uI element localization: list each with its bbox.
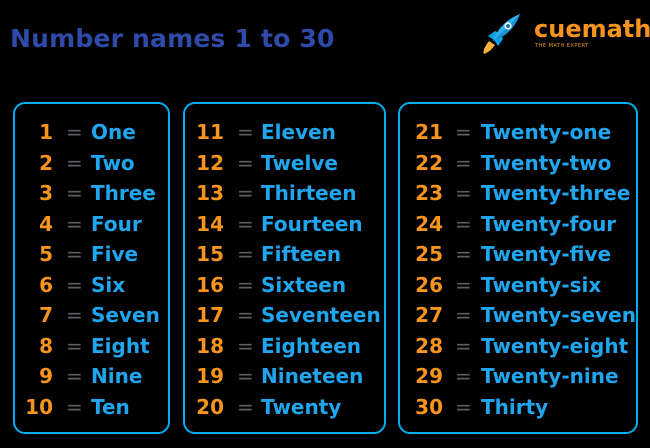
number-value: 22 (415, 150, 443, 175)
equals-sign: = (455, 272, 472, 297)
number-name: Thirty (481, 394, 549, 419)
number-name-row: 24 = Twenty-four (0, 209, 650, 239)
number-value: 28 (415, 333, 443, 358)
number-value: 29 (415, 364, 443, 388)
equals-sign: = (455, 333, 472, 358)
logo-tagline: THE MATH EXPERT (535, 43, 589, 49)
equals-sign: = (455, 303, 472, 327)
number-name-row: 26 = Twenty-six (0, 270, 650, 300)
number-name: Twenty-four (481, 211, 617, 236)
number-name: Twenty-nine (481, 364, 619, 388)
number-value: 26 (415, 272, 443, 297)
number-name-row: 29 = Twenty-nine (0, 361, 650, 391)
number-value: 27 (415, 303, 443, 327)
equals-sign: = (455, 211, 472, 236)
equals-sign: = (455, 150, 472, 175)
equals-sign: = (455, 120, 472, 144)
number-name: Twenty-eight (481, 333, 629, 358)
cuemath-logo: cuemath THE MATH EXPERT (478, 10, 650, 56)
number-value: 23 (415, 181, 443, 205)
logo-wordmark: cuemath (534, 15, 650, 43)
number-name-row: 23 = Twenty-three (0, 178, 650, 208)
number-name-row: 28 = Twenty-eight (0, 331, 650, 361)
number-name: Twenty-three (481, 181, 631, 205)
number-value: 24 (415, 211, 443, 236)
number-name-row: 22 = Twenty-two (0, 148, 650, 178)
equals-sign: = (455, 181, 472, 205)
number-name-row: 30 = Thirty (0, 392, 650, 422)
number-name-row: 27 = Twenty-seven (0, 300, 650, 330)
equals-sign: = (455, 364, 472, 388)
equals-sign: = (455, 394, 472, 419)
number-value: 21 (415, 120, 443, 144)
number-name-row: 25 = Twenty-five (0, 239, 650, 269)
number-name: Twenty-two (481, 150, 612, 175)
number-name: Twenty-seven (481, 303, 636, 327)
rocket-icon (483, 14, 520, 54)
number-name: Twenty-five (481, 242, 612, 266)
number-name: Twenty-six (481, 272, 602, 297)
number-value: 30 (415, 394, 443, 419)
page-title: Number names 1 to 30 (10, 24, 335, 53)
number-name-row: 21 = Twenty-one (0, 117, 650, 147)
equals-sign: = (455, 242, 472, 266)
number-value: 25 (415, 242, 443, 266)
number-name: Twenty-one (481, 120, 612, 144)
